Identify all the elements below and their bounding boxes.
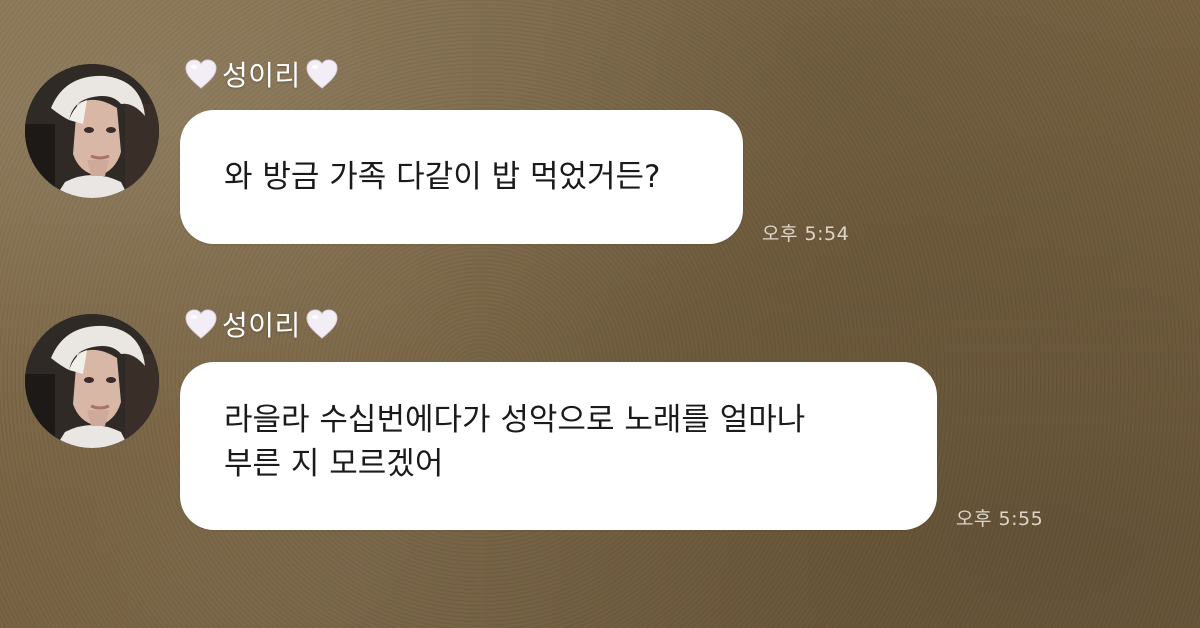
sender-label: 성이리 <box>184 54 339 94</box>
message-bubble[interactable]: 라을라 수십번에다가 성악으로 노래를 얼마나 부른 지 모르겠어 <box>180 362 937 530</box>
white-heart-icon <box>306 59 338 89</box>
sender-label: 성이리 <box>184 304 339 344</box>
message-timestamp: 오후 5:55 <box>956 508 1044 530</box>
message-text: 라을라 수십번에다가 성악으로 노래를 얼마나 부른 지 모르겠어 <box>224 402 806 482</box>
chat-area: 성이리 와 방금 가족 다같이 밥 먹었거든? 오후 5:54 성이리 라을라 … <box>0 0 1200 628</box>
avatar[interactable] <box>25 314 159 448</box>
message-text: 와 방금 가족 다같이 밥 먹었거든? <box>224 159 661 195</box>
sender-name: 성이리 <box>222 59 301 92</box>
profile-photo <box>25 64 159 198</box>
profile-photo <box>25 314 159 448</box>
message-row: 성이리 라을라 수십번에다가 성악으로 노래를 얼마나 부른 지 모르겠어 오후… <box>0 302 1200 542</box>
message-bubble[interactable]: 와 방금 가족 다같이 밥 먹었거든? <box>180 110 743 244</box>
white-heart-icon <box>306 309 338 339</box>
white-heart-icon <box>185 309 217 339</box>
message-timestamp: 오후 5:54 <box>762 223 850 245</box>
avatar[interactable] <box>25 64 159 198</box>
message-row: 성이리 와 방금 가족 다같이 밥 먹었거든? 오후 5:54 <box>0 52 1200 252</box>
sender-name: 성이리 <box>222 309 301 342</box>
white-heart-icon <box>185 59 217 89</box>
